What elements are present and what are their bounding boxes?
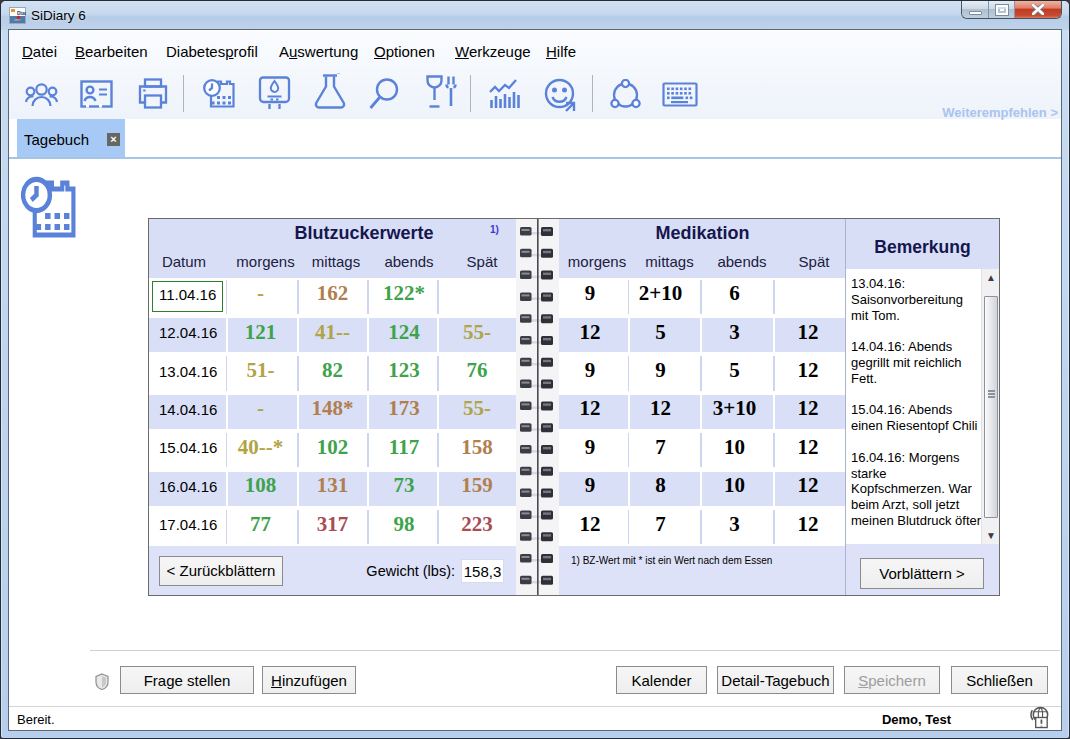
svg-text:Diary: Diary: [17, 10, 26, 16]
